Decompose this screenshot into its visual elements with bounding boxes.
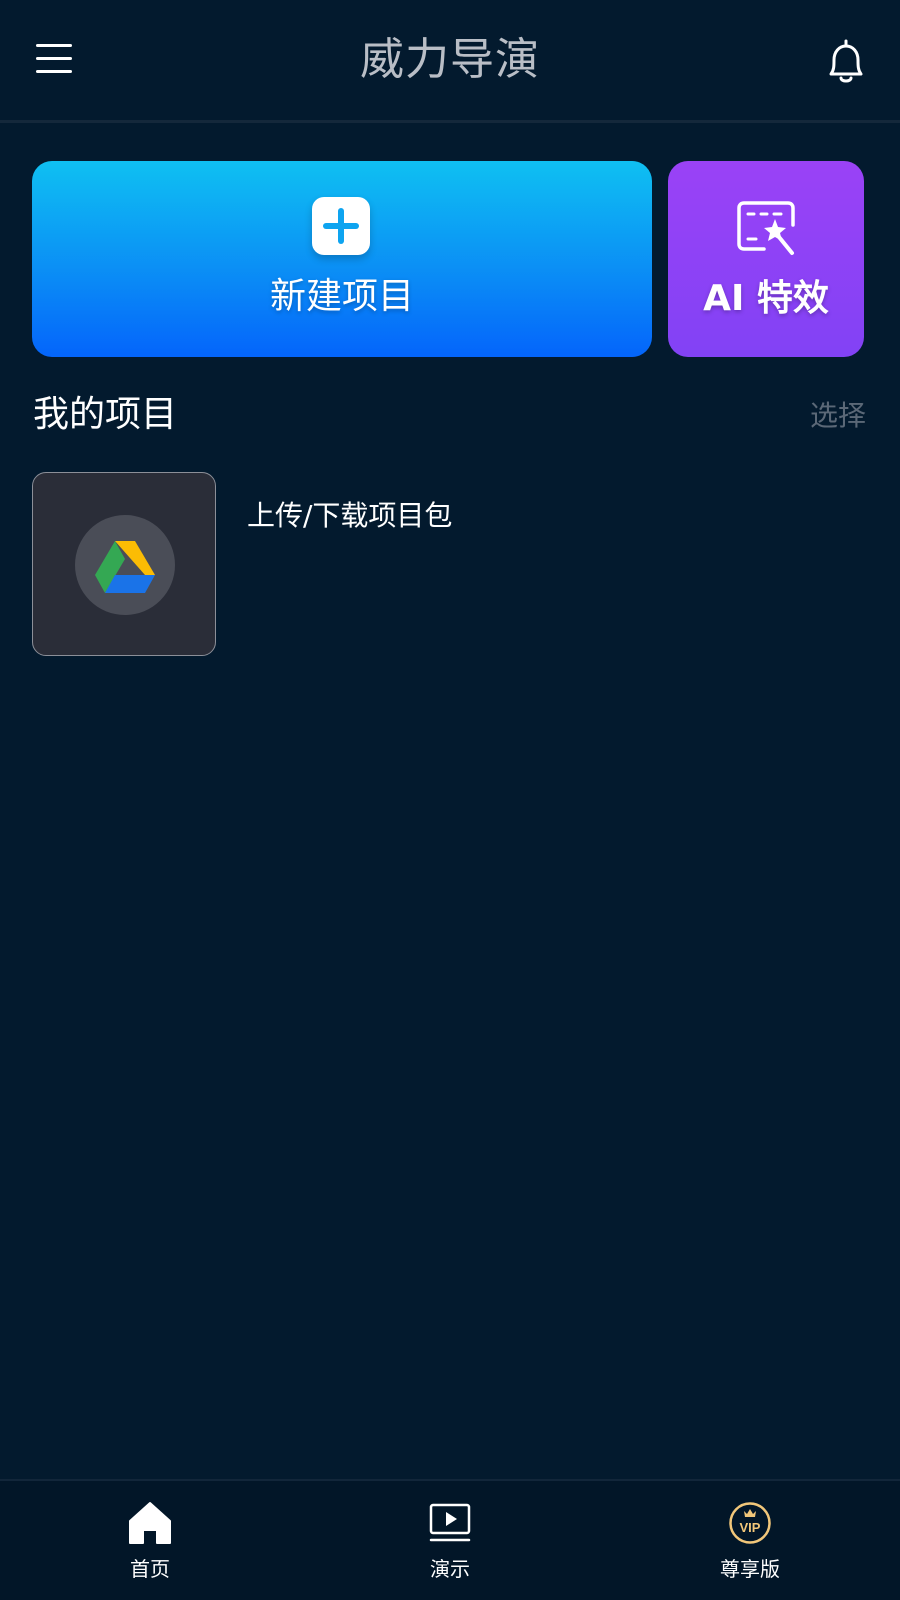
select-button[interactable]: 选择 [800,396,866,436]
my-projects-heading: 我的项目 [33,394,178,435]
project-thumbnail[interactable] [32,472,216,656]
ai-effects-label: AI 特效 [703,278,829,319]
list-item[interactable]: 上传/下载项目包 [32,472,868,658]
new-project-button[interactable]: 新建项目 [32,161,652,357]
home-icon [129,1502,171,1544]
nav-item-home[interactable]: 首页 [0,1481,300,1600]
play-screen-icon [429,1503,471,1542]
new-project-label: 新建项目 [269,276,414,317]
drive-icon-backdrop [75,515,175,615]
notification-button[interactable] [820,36,872,88]
project-name: 上传/下载项目包 [247,499,453,532]
menu-bar [36,57,72,60]
svg-text:VIP: VIP [740,1520,761,1535]
nav-item-vip[interactable]: VIP 尊享版 [600,1481,900,1600]
plus-icon [312,197,370,255]
vip-crown-icon: VIP [729,1502,771,1544]
ai-magic-wand-icon [737,201,795,255]
ai-effects-button[interactable]: AI 特效 [668,161,864,357]
top-app-bar: 威力导演 [0,0,900,123]
nav-label-demo: 演示 [430,1557,470,1581]
bell-icon [829,39,863,83]
menu-bar [36,44,72,47]
google-drive-icon [95,541,155,593]
menu-button[interactable] [30,38,78,80]
app-title: 威力导演 [360,34,540,85]
nav-item-demo[interactable]: 演示 [300,1481,600,1600]
nav-label-home: 首页 [130,1557,170,1581]
nav-label-vip: 尊享版 [720,1557,780,1581]
menu-bar [36,70,72,73]
app-screen: 威力导演 新建项目 AI 特效 我的项目 选择 上传/下载项目包 首页 演示 V… [0,0,900,1600]
bottom-navigation: 首页 演示 VIP 尊享版 [0,1479,900,1600]
